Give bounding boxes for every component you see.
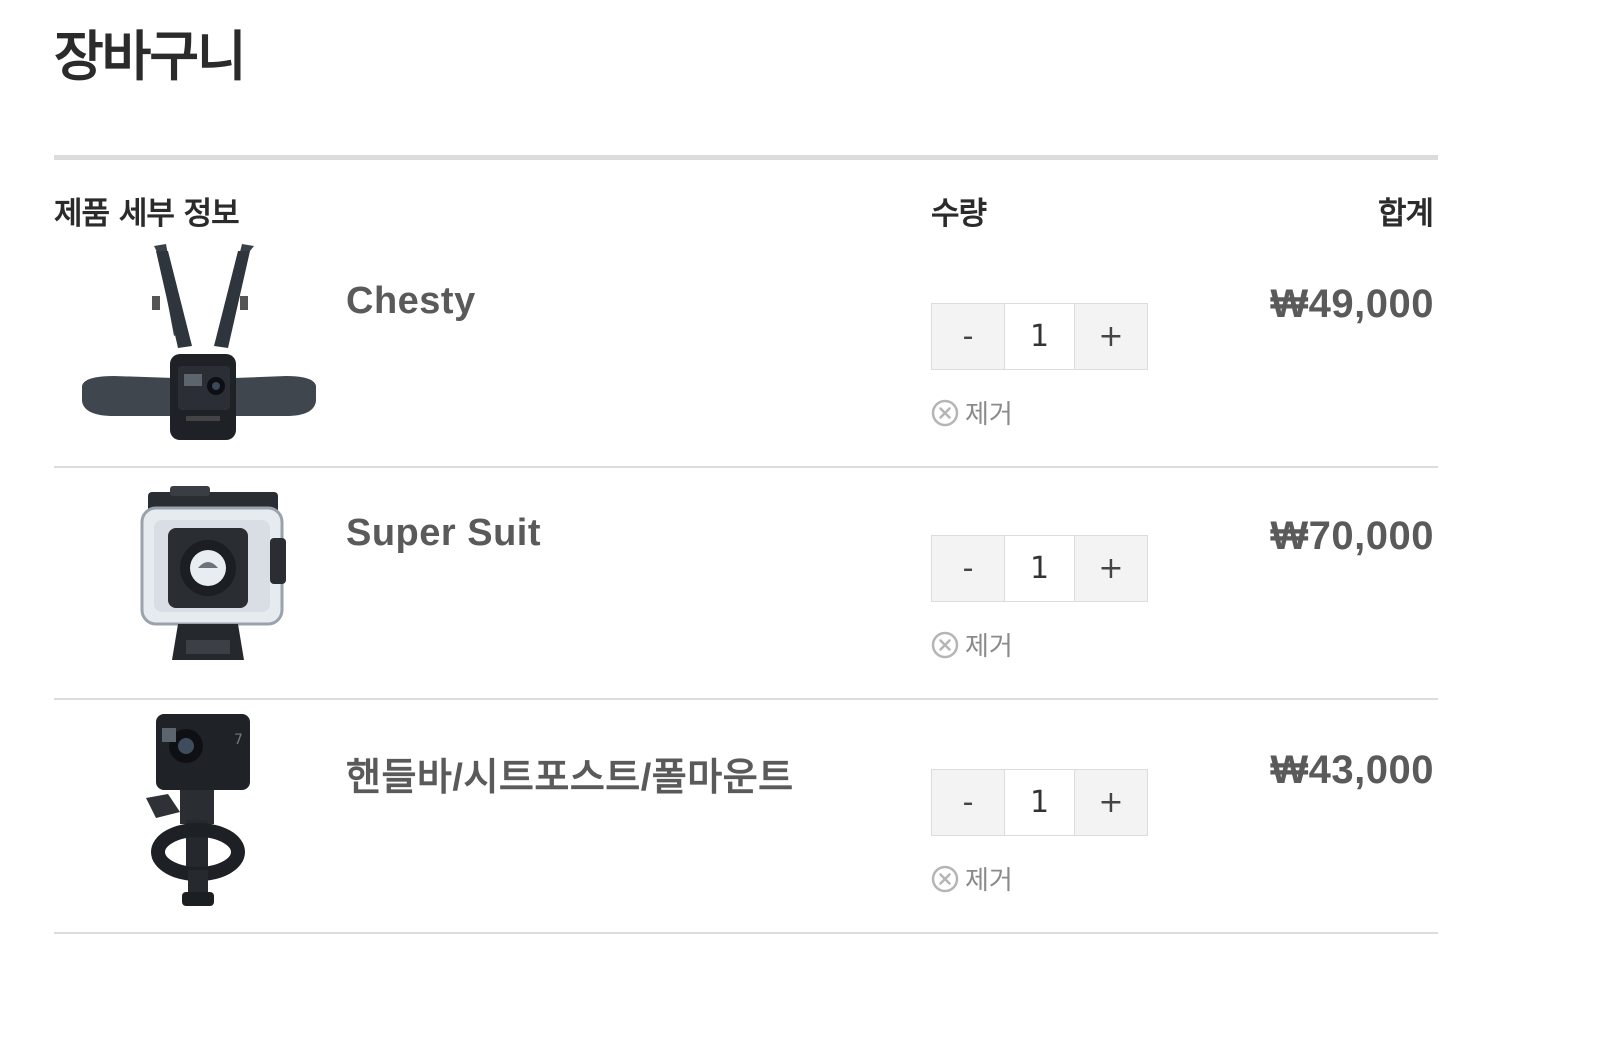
remove-circle-x-icon: [931, 399, 959, 426]
remove-label: 제거: [965, 400, 1013, 430]
quantity-input[interactable]: [1004, 536, 1075, 601]
remove-circle-x-icon: [931, 865, 959, 892]
remove-item-button[interactable]: 제거: [931, 394, 1013, 431]
chest-harness-mount-image[interactable]: [74, 236, 324, 446]
remove-item-button[interactable]: 제거: [931, 860, 1013, 897]
product-name[interactable]: Chesty: [346, 280, 476, 323]
item-price: ₩49,000: [1270, 282, 1434, 326]
column-header-product: 제품 세부 정보: [54, 196, 240, 232]
quantity-stepper: - +: [931, 769, 1148, 836]
quantity-input[interactable]: [1004, 770, 1075, 835]
row-divider: [54, 932, 1438, 934]
column-header-total: 합계: [1377, 196, 1434, 232]
cart-item-row: Super Suit - + 제거 ₩70,000: [54, 468, 1438, 700]
handlebar-mount-camera-image[interactable]: 7: [74, 702, 324, 912]
quantity-stepper: - +: [931, 535, 1148, 602]
page-title: 장바구니: [54, 25, 247, 88]
cart-item-row: 7 핸들바/시트포스트/폴마운트 - + 제거 ₩43,000: [54, 702, 1438, 934]
waterproof-housing-image[interactable]: [74, 468, 324, 678]
increase-quantity-button[interactable]: +: [1075, 770, 1147, 835]
remove-label: 제거: [965, 632, 1013, 662]
increase-quantity-button[interactable]: +: [1075, 304, 1147, 369]
cart-item-row: Chesty - + 제거 ₩49,000: [54, 236, 1438, 468]
decrease-quantity-button[interactable]: -: [932, 304, 1004, 369]
remove-circle-x-icon: [931, 631, 959, 658]
svg-text:7: 7: [234, 732, 243, 748]
header-divider: [54, 155, 1438, 160]
item-price: ₩70,000: [1270, 514, 1434, 558]
remove-item-button[interactable]: 제거: [931, 626, 1013, 663]
column-header-quantity: 수량: [931, 196, 987, 232]
quantity-input[interactable]: [1004, 304, 1075, 369]
decrease-quantity-button[interactable]: -: [932, 770, 1004, 835]
increase-quantity-button[interactable]: +: [1075, 536, 1147, 601]
product-name[interactable]: Super Suit: [346, 512, 541, 555]
decrease-quantity-button[interactable]: -: [932, 536, 1004, 601]
remove-label: 제거: [965, 866, 1013, 896]
quantity-stepper: - +: [931, 303, 1148, 370]
product-name[interactable]: 핸들바/시트포스트/폴마운트: [346, 746, 794, 801]
row-divider: [54, 698, 1438, 700]
item-price: ₩43,000: [1270, 748, 1434, 792]
